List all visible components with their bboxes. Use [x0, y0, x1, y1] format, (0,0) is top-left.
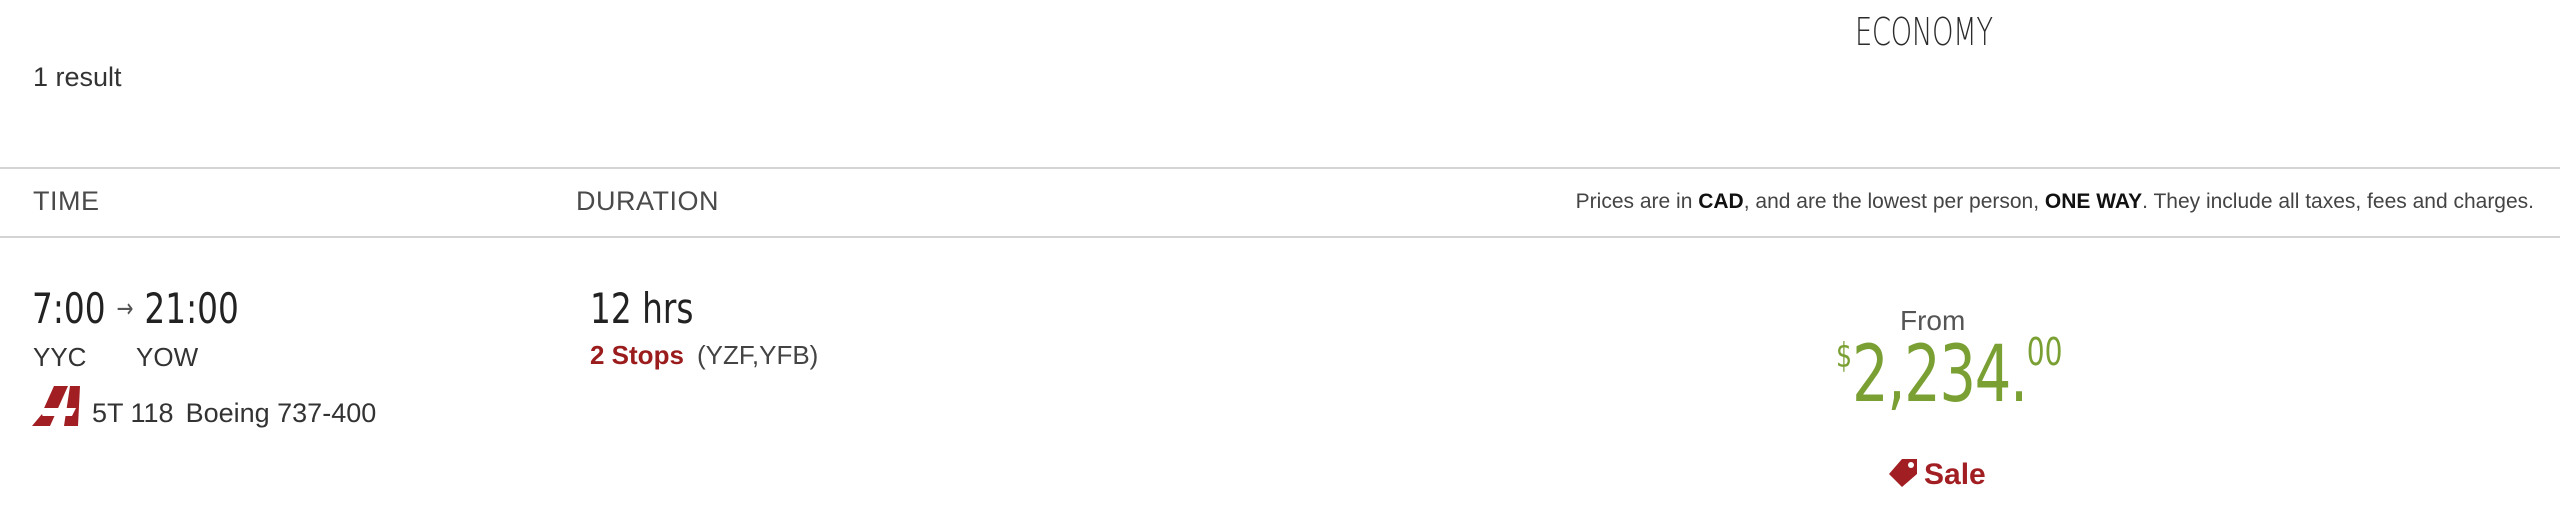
- sale-badge: Sale: [1888, 458, 1986, 492]
- fare-class-header: ECONOMY: [1855, 10, 1993, 54]
- stops-count[interactable]: 2 Stops: [590, 340, 684, 371]
- origin-airport: YYC: [33, 342, 87, 372]
- tag-icon: [1889, 459, 1917, 487]
- currency-code: CAD: [1698, 190, 1744, 213]
- aircraft-type: Boeing 737-400: [185, 398, 377, 428]
- result-count: 1 result: [33, 62, 122, 92]
- destination-airport: YOW: [136, 342, 199, 372]
- price-amount: 2,234.: [1852, 330, 2028, 420]
- divider: [0, 236, 2560, 238]
- arrival-time: 21:00: [144, 284, 239, 333]
- stop-airports: (YZF,YFB): [697, 340, 819, 370]
- column-header-duration[interactable]: DURATION: [576, 186, 719, 217]
- flight-times: 7:00 → 21:00: [32, 284, 239, 333]
- flight-info: 5T 118 Boeing 737-400: [92, 398, 376, 429]
- fare-price-button[interactable]: $2,234.00: [1836, 330, 2063, 420]
- trip-type: ONE WAY: [2044, 190, 2143, 213]
- divider: [0, 167, 2560, 169]
- column-header-time[interactable]: TIME: [33, 186, 100, 217]
- departure-time: 7:00: [32, 284, 106, 333]
- flight-duration: 12 hrs: [590, 284, 694, 333]
- price-currency-symbol: $: [1836, 336, 1853, 376]
- sale-label: Sale: [1924, 458, 1986, 491]
- price-note: Prices are in CAD, and are the lowest pe…: [1575, 190, 2534, 213]
- flight-number[interactable]: 5T 118: [92, 398, 174, 428]
- arrow-right-icon: →: [116, 294, 134, 324]
- airline-logo-icon: [32, 386, 80, 426]
- price-cents: 00: [2026, 330, 2063, 374]
